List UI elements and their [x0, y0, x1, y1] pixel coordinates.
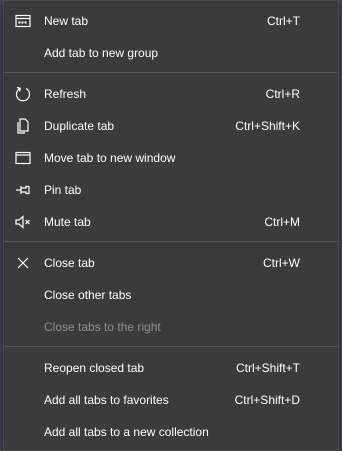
- menu-item-refresh[interactable]: Refresh Ctrl+R: [4, 79, 338, 109]
- tab-context-menu: New tab Ctrl+T Add tab to new group Refr…: [3, 0, 339, 451]
- menu-item-shortcut: Ctrl+Shift+T: [235, 361, 300, 375]
- mute-icon: [14, 213, 32, 231]
- menu-separator: [4, 346, 338, 347]
- menu-item-close-tab[interactable]: Close tab Ctrl+W: [4, 248, 338, 278]
- menu-separator: [4, 241, 338, 242]
- menu-item-label: Duplicate tab: [44, 119, 115, 133]
- menu-item-label: Move tab to new window: [44, 151, 176, 165]
- menu-item-new-tab[interactable]: New tab Ctrl+T: [4, 6, 338, 36]
- menu-item-label: Pin tab: [44, 183, 82, 197]
- menu-item-label: Close other tabs: [44, 288, 132, 302]
- menu-item-shortcut: Ctrl+M: [264, 215, 300, 229]
- menu-item-duplicate-tab[interactable]: Duplicate tab Ctrl+Shift+K: [4, 111, 338, 141]
- menu-item-reopen-closed-tab[interactable]: Reopen closed tab Ctrl+Shift+T: [4, 353, 338, 383]
- close-icon: [14, 254, 32, 272]
- pin-icon: [14, 181, 32, 199]
- menu-item-shortcut: Ctrl+T: [267, 14, 300, 28]
- menu-item-label: Refresh: [44, 87, 87, 101]
- menu-item-close-other-tabs[interactable]: Close other tabs: [4, 280, 338, 310]
- menu-item-label: Add all tabs to a new collection: [44, 425, 209, 439]
- menu-item-mute-tab[interactable]: Mute tab Ctrl+M: [4, 207, 338, 237]
- new-tab-icon: [14, 12, 32, 30]
- menu-item-label: New tab: [44, 14, 89, 28]
- window-icon: [14, 149, 32, 167]
- menu-item-pin-tab[interactable]: Pin tab: [4, 175, 338, 205]
- menu-item-shortcut: Ctrl+W: [263, 256, 300, 270]
- menu-item-shortcut: Ctrl+R: [265, 87, 300, 101]
- menu-item-add-tab-to-new-group[interactable]: Add tab to new group: [4, 38, 338, 68]
- menu-item-label: Close tabs to the right: [44, 320, 161, 334]
- menu-separator: [4, 72, 338, 73]
- menu-item-label: Reopen closed tab: [44, 361, 145, 375]
- menu-item-shortcut: Ctrl+Shift+K: [235, 119, 300, 133]
- menu-item-add-all-tabs-to-favorites[interactable]: Add all tabs to favorites Ctrl+Shift+D: [4, 385, 338, 415]
- menu-item-label: Add tab to new group: [44, 46, 159, 60]
- refresh-icon: [14, 85, 32, 103]
- menu-item-label: Mute tab: [44, 215, 91, 229]
- menu-item-add-all-tabs-to-a-new-collection[interactable]: Add all tabs to a new collection: [4, 417, 338, 447]
- menu-item-close-tabs-to-the-right: Close tabs to the right: [4, 312, 338, 342]
- duplicate-icon: [14, 117, 32, 135]
- menu-item-label: Add all tabs to favorites: [44, 393, 169, 407]
- menu-item-move-tab-to-new-window[interactable]: Move tab to new window: [4, 143, 338, 173]
- menu-item-shortcut: Ctrl+Shift+D: [234, 393, 300, 407]
- menu-item-label: Close tab: [44, 256, 95, 270]
